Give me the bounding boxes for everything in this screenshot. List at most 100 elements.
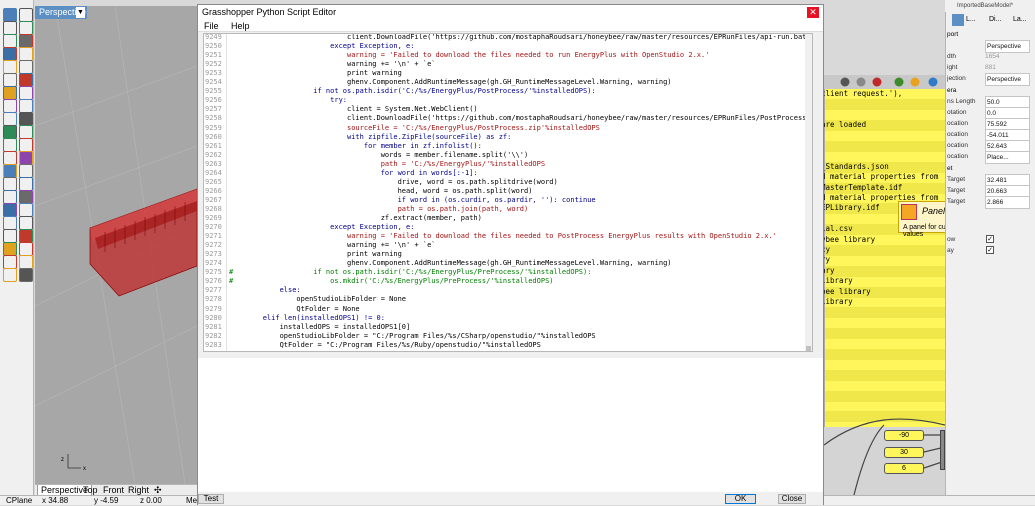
toolbar-tool-icon[interactable] xyxy=(19,268,33,282)
ok-button[interactable]: OK xyxy=(725,494,756,504)
toolbar-tool-icon[interactable] xyxy=(19,190,33,204)
code-line: client.DownloadFile('https://github.com/… xyxy=(229,33,807,41)
toolbar-tool-icon[interactable] xyxy=(19,216,33,230)
code-line: client = System.Net.WebClient() xyxy=(229,105,478,114)
toolbar-tool-icon[interactable] xyxy=(3,125,17,139)
property-check-row: ay ✓ xyxy=(946,245,1035,256)
line-number: 9257 xyxy=(205,105,222,114)
toolbar-tool-icon[interactable] xyxy=(19,164,33,178)
toolbar-tool-icon[interactable] xyxy=(19,8,33,22)
property-row: Target 20.663 xyxy=(946,185,1035,198)
toolbar-tool-icon[interactable] xyxy=(3,177,17,191)
code-text[interactable]: client.DownloadFile('https://github.com/… xyxy=(229,33,809,351)
toolbar-tool-icon[interactable] xyxy=(3,242,17,256)
code-scrollbar[interactable] xyxy=(805,34,812,351)
toolbar-tool-icon[interactable] xyxy=(3,34,17,48)
line-number: 9250 xyxy=(205,42,222,51)
number-slider[interactable]: 6 xyxy=(884,463,924,474)
toolbar-tool-icon[interactable] xyxy=(3,216,17,230)
toolbar-tool-icon[interactable] xyxy=(19,21,33,35)
properties-tab-icon[interactable] xyxy=(952,14,964,26)
property-row: ocation 52.643 xyxy=(946,140,1035,153)
toolbar-tool-icon[interactable] xyxy=(3,255,17,269)
toolbar-tool-icon[interactable] xyxy=(19,242,33,256)
toolbar-tool-icon[interactable] xyxy=(19,47,33,61)
close-button[interactable]: Close xyxy=(778,494,806,504)
toolbar-tool-icon[interactable] xyxy=(3,268,17,282)
toolbar-tool-icon[interactable] xyxy=(3,60,17,74)
toolbar-tool-icon[interactable] xyxy=(3,229,17,243)
tab-layers[interactable]: L... xyxy=(966,14,980,26)
toolbar-tool-icon[interactable] xyxy=(3,21,17,35)
line-number: 9255 xyxy=(205,87,222,96)
line-number: 9278 xyxy=(205,295,222,304)
grasshopper-canvas[interactable]: client request.'), are loaded _Standards.j… xyxy=(824,75,945,495)
line-number: 9276 xyxy=(205,277,222,286)
property-value[interactable]: 2.866 xyxy=(985,196,1030,209)
toolbar-tool-icon[interactable] xyxy=(19,125,33,139)
editor-titlebar: Grasshopper Python Script Editor ✕ xyxy=(198,5,823,20)
property-row: ns Length 50.0 xyxy=(946,96,1035,109)
view-tabs: Perspective Top Front Right ✣ xyxy=(35,484,197,496)
panel-row-band xyxy=(825,265,945,277)
code-editor[interactable]: 9249 9250 9251 9252 9253 9254 9255 9256 9257 9258… xyxy=(203,33,813,352)
line-number: 9269 xyxy=(205,214,222,222)
toolbar-tool-icon[interactable] xyxy=(19,255,33,269)
viewport-menu-arrow-icon[interactable]: ▼ xyxy=(76,7,85,18)
number-slider[interactable]: -90 xyxy=(884,430,924,441)
toolbar-tool-icon[interactable] xyxy=(3,47,17,61)
toolbar-tool-icon[interactable] xyxy=(19,229,33,243)
checkbox[interactable]: ✓ xyxy=(986,246,994,254)
line-number: 9259 xyxy=(205,123,222,132)
line-number: 9252 xyxy=(205,60,222,69)
line-number: 9258 xyxy=(205,114,222,123)
toolbar-tool-icon[interactable] xyxy=(3,151,17,165)
panel-text-line: client request.'), xyxy=(824,89,903,98)
grasshopper-text-panel[interactable]: client request.'), are loaded _Standards.j… xyxy=(824,89,945,427)
toolbar-tool-icon[interactable] xyxy=(3,73,17,87)
toolbar-tool-icon[interactable] xyxy=(3,138,17,152)
code-line: QtFolder = None xyxy=(229,304,360,313)
toolbar-tool-icon[interactable] xyxy=(3,8,17,22)
property-value: 881 xyxy=(985,64,996,71)
output-pane[interactable] xyxy=(198,358,823,492)
number-slider[interactable]: 30 xyxy=(884,447,924,458)
toolbar-tool-icon[interactable] xyxy=(19,86,33,100)
line-number: 9264 xyxy=(205,168,222,177)
svg-text:z: z xyxy=(61,457,64,463)
menu-file[interactable]: File xyxy=(198,20,223,32)
toolbar-tool-icon[interactable] xyxy=(19,151,33,165)
code-line: # if not os.path.isdir('C:/%s/EnergyPlus… xyxy=(229,268,592,277)
toolbar-tool-icon[interactable] xyxy=(19,73,33,87)
checkbox[interactable]: ✓ xyxy=(986,235,994,243)
toolbar-tool-icon[interactable] xyxy=(3,112,17,126)
property-value[interactable]: Place... xyxy=(985,151,1030,164)
property-value[interactable]: Perspective xyxy=(985,73,1030,86)
tab-layouts[interactable]: La... xyxy=(1013,14,1027,26)
toolbar-tool-icon[interactable] xyxy=(19,138,33,152)
toolbar-tool-icon[interactable] xyxy=(3,203,17,217)
property-row: jection Perspective xyxy=(946,73,1035,86)
scrollbar-thumb[interactable] xyxy=(806,346,811,351)
line-number: 9283 xyxy=(205,340,222,349)
menu-help[interactable]: Help xyxy=(225,20,254,32)
toolbar-tool-icon[interactable] xyxy=(19,60,33,74)
toolbar-tool-icon[interactable] xyxy=(19,177,33,191)
toolbar-tool-icon[interactable] xyxy=(3,190,17,204)
perspective-viewport[interactable]: z x xyxy=(35,6,197,484)
toolbar-tool-icon[interactable] xyxy=(3,86,17,100)
toolbar-tool-icon[interactable] xyxy=(3,99,17,113)
code-line: for member in zf.infolist(): xyxy=(229,141,482,150)
toolbar-tool-icon[interactable] xyxy=(19,112,33,126)
toolbar-tool-icon[interactable] xyxy=(19,34,33,48)
toolbar-tool-icon[interactable] xyxy=(19,203,33,217)
panel-text-line: library xyxy=(824,276,853,286)
tab-display[interactable]: Di... xyxy=(989,14,1003,26)
test-button[interactable]: Test xyxy=(198,494,224,504)
toolbar-tool-icon[interactable] xyxy=(3,164,17,178)
close-icon[interactable]: ✕ xyxy=(807,7,819,18)
toolbar-tool-icon[interactable] xyxy=(19,99,33,113)
property-row: ocation -54.011 xyxy=(946,129,1035,142)
code-line: head, word = os.path.split(word) xyxy=(229,186,533,195)
line-number: 9275 xyxy=(205,268,222,277)
